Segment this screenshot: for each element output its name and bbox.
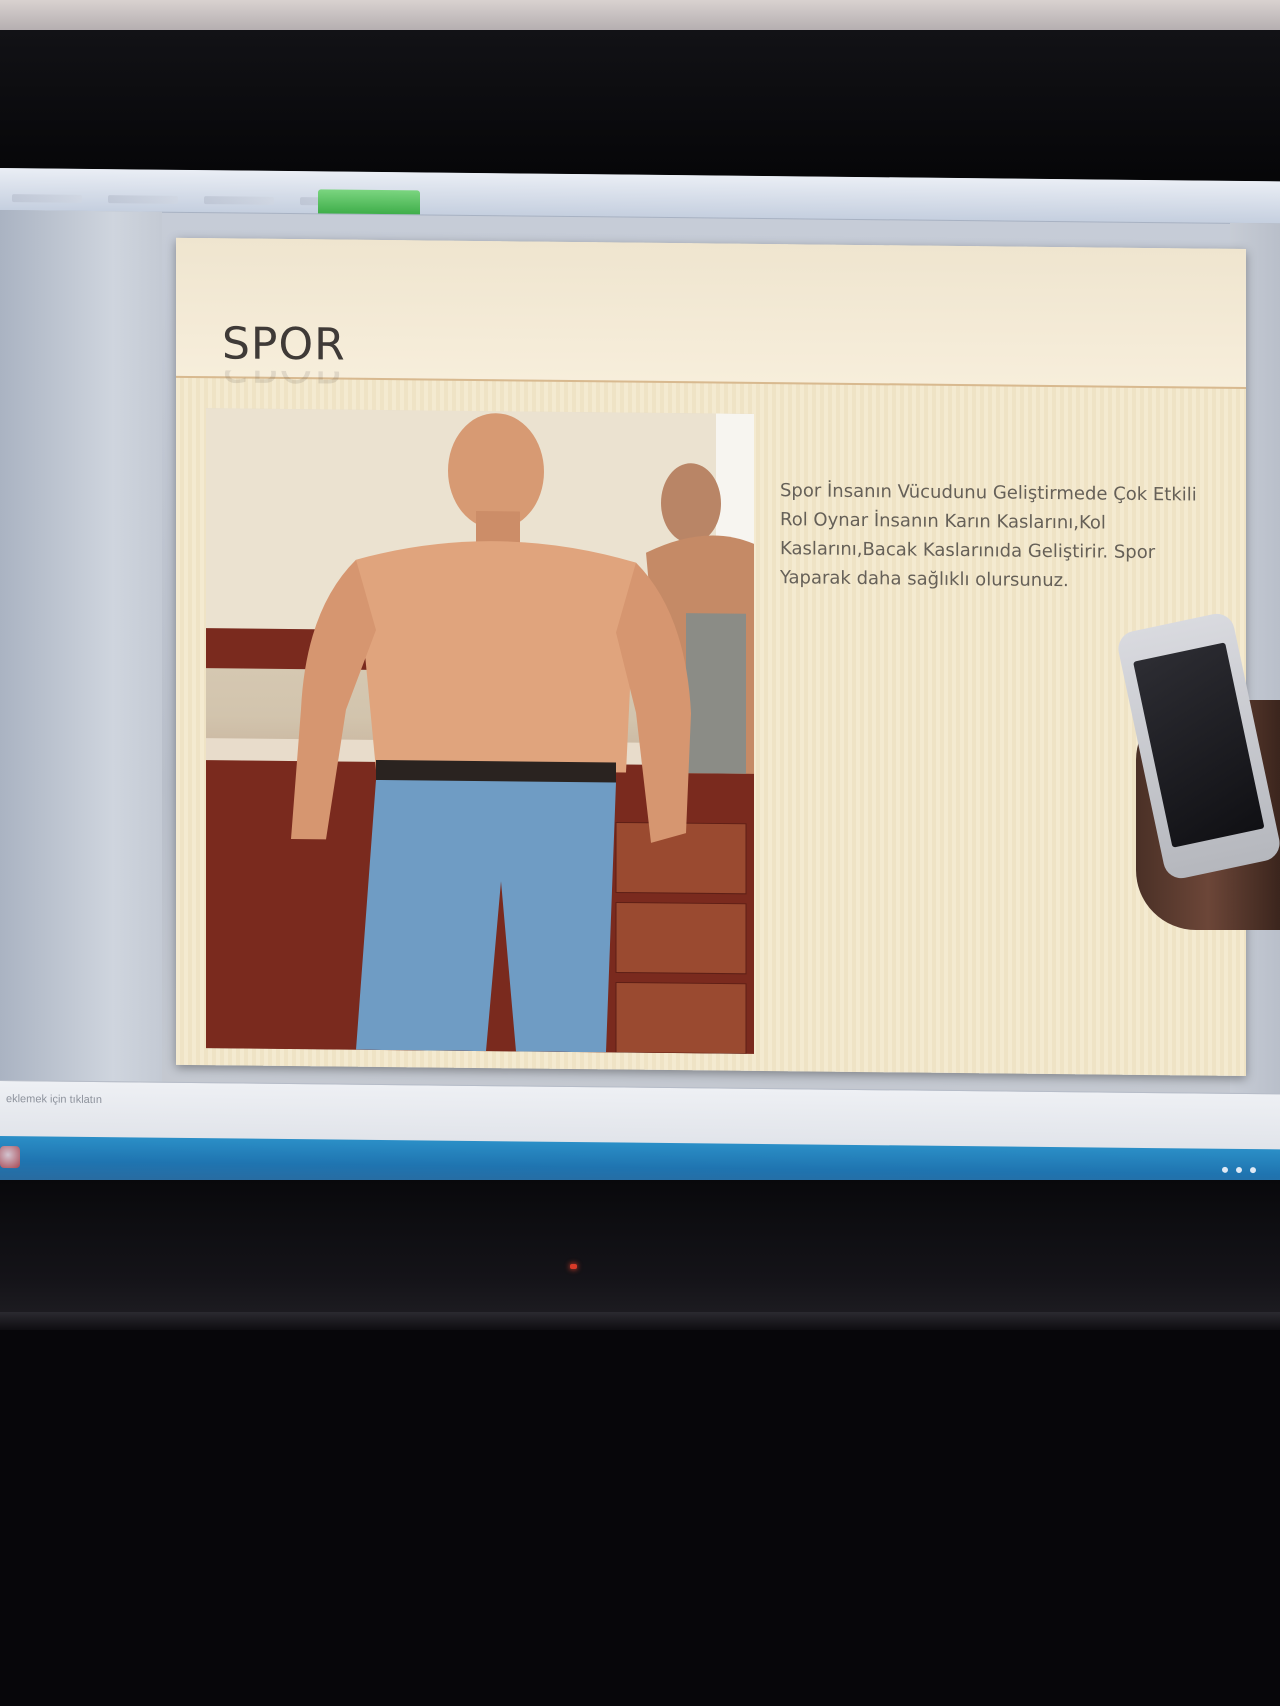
- windows-start-icon[interactable]: [0, 1146, 20, 1169]
- monitor-screen: SPOR SPOR: [0, 168, 1280, 1207]
- ribbon-tab[interactable]: [12, 194, 82, 203]
- drawer: [615, 901, 747, 975]
- system-tray-icon[interactable]: [1250, 1167, 1256, 1174]
- slide-title-reflection: SPOR: [222, 370, 346, 391]
- slide[interactable]: SPOR SPOR: [176, 237, 1246, 1077]
- monitor-bottom-edge: [0, 1312, 1280, 1330]
- monitor-bezel-top: [0, 30, 1280, 190]
- slides-thumbnail-pane[interactable]: [0, 210, 162, 1082]
- person-torso: [356, 541, 636, 773]
- slide-photo[interactable]: [206, 408, 754, 1054]
- reflection-towel: [686, 613, 746, 774]
- drawer: [615, 981, 747, 1054]
- person-jeans: [356, 779, 616, 1053]
- system-tray-icon[interactable]: [1236, 1166, 1242, 1174]
- system-tray-icon[interactable]: [1222, 1166, 1228, 1173]
- photo-illustration: [206, 408, 754, 1054]
- ribbon-context-tab[interactable]: [318, 189, 420, 215]
- slide-body-text[interactable]: Spor İnsanın Vücudunu Geliştirmede Çok E…: [780, 476, 1200, 596]
- system-tray: [1222, 1166, 1256, 1174]
- ribbon-tab[interactable]: [204, 196, 274, 205]
- ribbon-tabs: [0, 194, 370, 206]
- power-led-icon: [570, 1264, 577, 1269]
- dark-foreground: [0, 1330, 1280, 1706]
- monitor-bezel-bottom: [0, 1180, 1280, 1320]
- reflection-head: [661, 463, 721, 544]
- notes-hint: eklemek için tıklatın: [6, 1093, 102, 1107]
- slide-title[interactable]: SPOR: [222, 318, 346, 370]
- ribbon-tab[interactable]: [108, 195, 178, 204]
